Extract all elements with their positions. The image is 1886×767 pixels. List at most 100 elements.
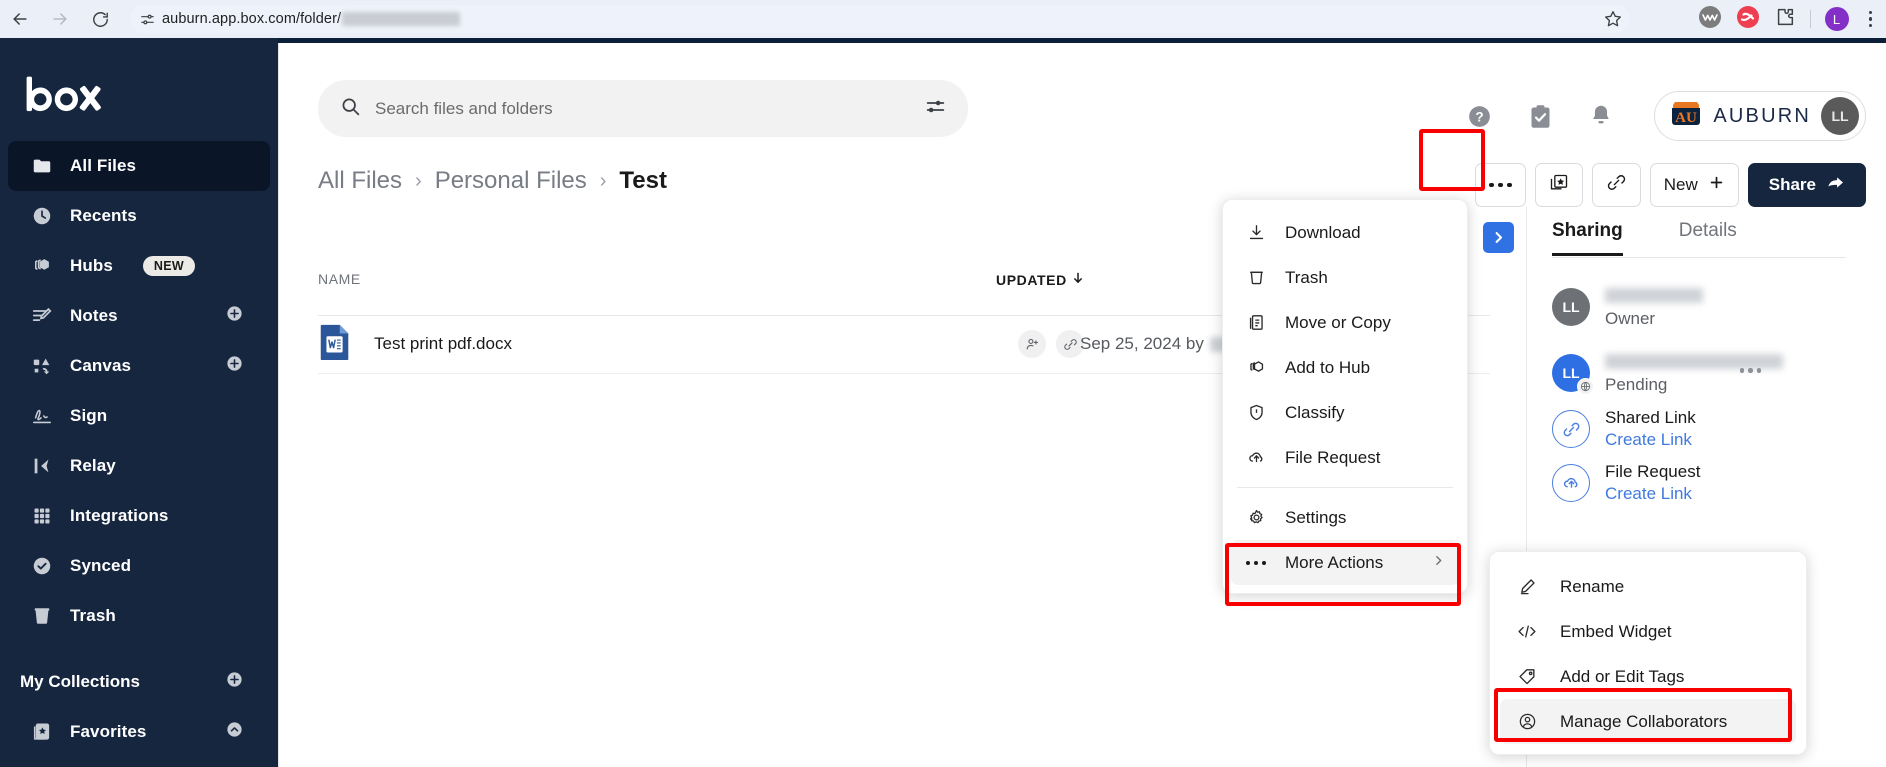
avatar[interactable]: LL: [1821, 97, 1859, 135]
file-request-row[interactable]: File Request Create Link: [1552, 462, 1700, 504]
menu-item-manage-collaborators[interactable]: Manage Collaborators: [1500, 699, 1796, 744]
menu-item-file-request[interactable]: File Request: [1223, 435, 1467, 480]
url-redacted-segment: [342, 12, 460, 26]
organization-switcher[interactable]: AU AUBURN LL: [1654, 91, 1866, 141]
forward-arrow-icon[interactable]: [40, 0, 80, 38]
create-shared-link[interactable]: Create Link: [1605, 430, 1696, 450]
sidebar-item-label: Trash: [70, 606, 116, 626]
collaborator-name-redacted: [1605, 288, 1703, 303]
hubs-icon: [30, 254, 54, 278]
tab-sharing[interactable]: Sharing: [1552, 220, 1623, 256]
menu-item-embed-widget[interactable]: Embed Widget: [1490, 609, 1806, 654]
menu-item-trash[interactable]: Trash: [1223, 255, 1467, 300]
column-header-name[interactable]: NAME: [318, 271, 361, 287]
invite-person-icon[interactable]: [1018, 330, 1046, 358]
bell-icon[interactable]: [1588, 103, 1614, 129]
sidebar-item-hubs[interactable]: Hubs NEW: [8, 241, 270, 291]
collaborator-options-icon[interactable]: [1740, 368, 1762, 373]
sidebar-item-all-files[interactable]: All Files: [8, 141, 270, 191]
file-name[interactable]: Test print pdf.docx: [374, 334, 512, 354]
link-circle-icon: [1552, 410, 1590, 448]
menu-item-settings[interactable]: Settings: [1223, 495, 1467, 540]
breadcrumb-item-all-files[interactable]: All Files: [318, 167, 402, 195]
sidebar-item-notes[interactable]: Notes: [8, 291, 270, 341]
sidebar-item-recents[interactable]: Recents: [8, 191, 270, 241]
sidebar-section-label: My Collections: [20, 672, 140, 692]
browser-profile-avatar[interactable]: L: [1825, 7, 1849, 31]
sidebar-item-sign[interactable]: Sign: [8, 391, 270, 441]
folder-action-buttons: New Share: [1475, 163, 1866, 207]
address-bar[interactable]: auburn.app.box.com/folder/: [130, 5, 1630, 33]
menu-item-label: File Request: [1285, 448, 1380, 468]
sidebar-item-relay[interactable]: Relay: [8, 441, 270, 491]
column-header-updated[interactable]: UPDATED: [996, 271, 1085, 288]
plus-icon[interactable]: [225, 304, 244, 328]
sidebar-item-trash[interactable]: Trash: [8, 591, 270, 641]
sidebar-item-label: Sign: [70, 406, 107, 426]
more-options-button[interactable]: [1475, 163, 1526, 207]
help-icon[interactable]: ?: [1466, 103, 1493, 130]
add-to-collection-icon: [1549, 173, 1569, 198]
sidebar-item-favorites[interactable]: Favorites: [8, 707, 270, 757]
add-to-collection-button[interactable]: [1535, 163, 1583, 207]
menu-item-label: Add or Edit Tags: [1560, 667, 1684, 687]
breadcrumb-item-personal-files[interactable]: Personal Files: [435, 167, 587, 195]
external-collaborator-globe-icon: [1577, 378, 1594, 395]
menu-item-add-or-edit-tags[interactable]: Add or Edit Tags: [1490, 654, 1806, 699]
check-circle-icon: [30, 554, 54, 578]
breadcrumb: All Files › Personal Files › Test: [318, 167, 667, 195]
collaborator-row[interactable]: LL Pending: [1552, 354, 1783, 395]
new-button[interactable]: New: [1650, 163, 1739, 207]
box-logo[interactable]: [22, 74, 278, 119]
search-filter-icon[interactable]: [925, 96, 946, 122]
new-button-label: New: [1664, 175, 1698, 195]
menu-item-label: Add to Hub: [1285, 358, 1370, 378]
collaborator-row[interactable]: LL Owner: [1552, 288, 1703, 329]
tag-icon: [1516, 667, 1538, 686]
sidebar-divider: [278, 43, 279, 767]
menu-item-label: Classify: [1285, 403, 1345, 423]
move-copy-icon: [1245, 313, 1267, 332]
menu-item-add-to-hub[interactable]: Add to Hub: [1223, 345, 1467, 390]
search-input[interactable]: Search files and folders: [318, 80, 968, 137]
chevron-up-icon[interactable]: [225, 720, 244, 744]
menu-item-rename[interactable]: Rename: [1490, 564, 1806, 609]
browser-menu-icon[interactable]: [1863, 11, 1879, 28]
shared-link-row[interactable]: Shared Link Create Link: [1552, 408, 1696, 450]
plus-icon[interactable]: [225, 354, 244, 378]
wrike-extension-icon[interactable]: [1698, 5, 1722, 34]
tab-details[interactable]: Details: [1679, 220, 1737, 256]
star-icon[interactable]: [1600, 6, 1626, 32]
grammarly-extension-icon[interactable]: [1736, 5, 1760, 34]
upload-circle-icon: [1552, 464, 1590, 502]
sidebar-item-label: All Files: [70, 156, 136, 176]
plus-icon[interactable]: [225, 670, 244, 694]
back-arrow-icon[interactable]: [0, 0, 40, 38]
trash-icon: [30, 604, 54, 628]
sidebar-item-integrations[interactable]: Integrations: [8, 491, 270, 541]
sidebar-section-my-collections: My Collections: [8, 657, 270, 707]
shared-link-button[interactable]: [1592, 163, 1641, 207]
menu-item-classify[interactable]: Classify: [1223, 390, 1467, 435]
sidebar-item-synced[interactable]: Synced: [8, 541, 270, 591]
menu-item-move-or-copy[interactable]: Move or Copy: [1223, 300, 1467, 345]
puzzle-extensions-icon[interactable]: [1774, 6, 1796, 33]
site-settings-icon[interactable]: [132, 6, 162, 32]
menu-item-label: More Actions: [1285, 553, 1383, 573]
sidebar-item-canvas[interactable]: Canvas: [8, 341, 270, 391]
reload-icon[interactable]: [80, 0, 120, 38]
more-options-icon: [1489, 183, 1512, 188]
trash-icon: [1245, 268, 1267, 287]
auburn-au-logo-icon: AU: [1669, 99, 1703, 134]
menu-item-more-actions[interactable]: More Actions: [1231, 540, 1459, 585]
menu-item-download[interactable]: Download: [1223, 210, 1467, 255]
search-icon: [340, 96, 361, 122]
search-placeholder: Search files and folders: [375, 99, 925, 119]
more-options-menu: Download Trash Move or Copy Add to Hub C…: [1222, 199, 1468, 594]
clipboard-check-icon[interactable]: [1527, 103, 1554, 130]
plus-icon: [1708, 174, 1725, 196]
share-button[interactable]: Share: [1748, 163, 1866, 207]
panel-toggle-button[interactable]: [1483, 222, 1514, 253]
create-file-request-link[interactable]: Create Link: [1605, 484, 1700, 504]
breadcrumb-item-test[interactable]: Test: [619, 167, 667, 195]
